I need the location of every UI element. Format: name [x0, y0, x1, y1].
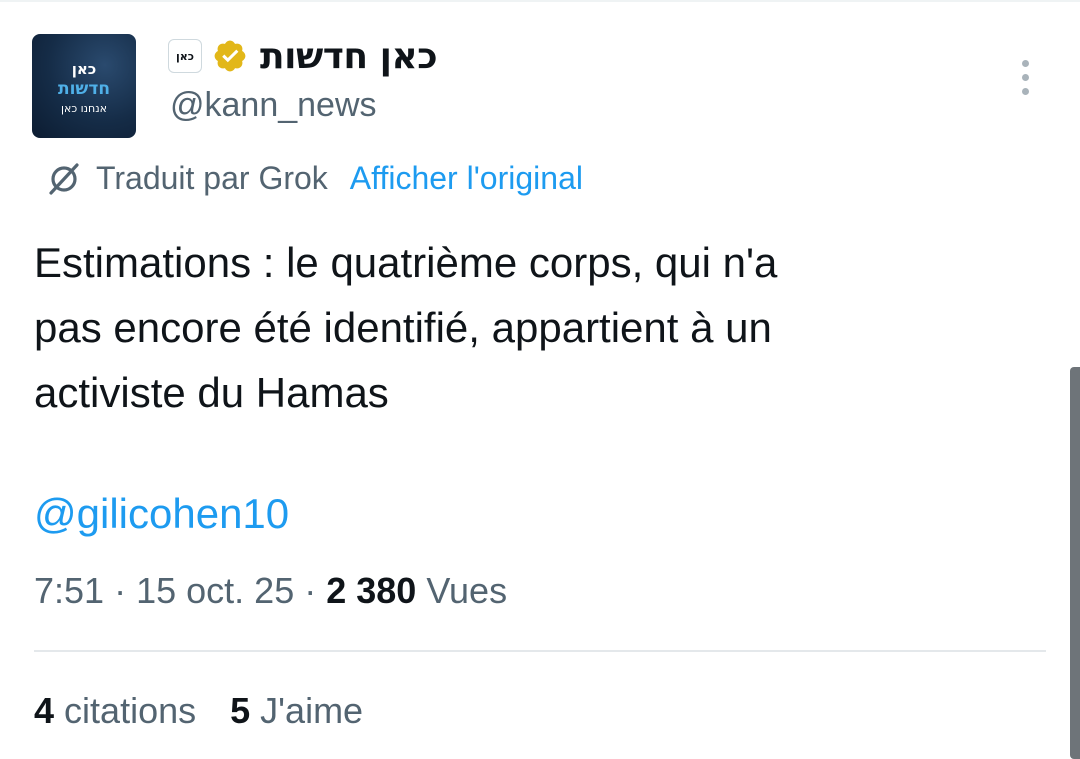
scrollbar[interactable] — [1070, 367, 1080, 759]
meta-separator: · — [114, 570, 137, 611]
quotes-label: citations — [64, 690, 197, 731]
more-options-icon[interactable] — [1012, 58, 1040, 98]
likes-count: 5 — [230, 690, 251, 731]
translation-row: Traduit par Grok Afficher l'original — [44, 156, 583, 200]
tweet-meta: 7:51 · 15 oct. 25 · 2 380 Vues — [34, 570, 507, 612]
avatar-line-2: חדשות — [57, 79, 110, 99]
verified-badge-icon[interactable] — [212, 38, 248, 74]
display-name[interactable]: כאן חדשות — [260, 36, 438, 77]
author-handle[interactable]: @kann_news — [170, 86, 377, 125]
quotes-count: 4 — [34, 690, 55, 731]
affiliate-badge[interactable]: כאן — [168, 39, 202, 73]
divider — [34, 650, 1046, 652]
translated-by-label: Traduit par Grok — [96, 159, 328, 196]
show-original-link[interactable]: Afficher l'original — [350, 160, 583, 197]
views-count: 2 380 — [326, 570, 417, 611]
engagement-stats: 4 citations 5 J'aime — [34, 690, 397, 732]
meta-separator: · — [304, 570, 327, 611]
top-border — [0, 0, 1080, 2]
tweet-date[interactable]: 15 oct. 25 — [136, 570, 294, 611]
avatar-line-3: אנחנו כאן — [60, 102, 107, 115]
author-name-row: כאן כאן חדשות — [168, 34, 438, 78]
mention-link[interactable]: @gilicohen10 — [34, 490, 289, 538]
tweet-text: Estimations : le quatrième corps, qui n'… — [34, 239, 778, 416]
likes-label: J'aime — [260, 690, 364, 731]
grok-icon — [49, 163, 79, 195]
quotes-stat[interactable]: 4 citations — [34, 690, 196, 732]
likes-stat[interactable]: 5 J'aime — [230, 690, 363, 732]
avatar[interactable]: כאן חדשות אנחנו כאן — [32, 34, 136, 138]
views-label: Vues — [426, 570, 508, 611]
avatar-line-1: כאן — [71, 60, 97, 78]
tweet-time[interactable]: 7:51 — [34, 570, 104, 611]
